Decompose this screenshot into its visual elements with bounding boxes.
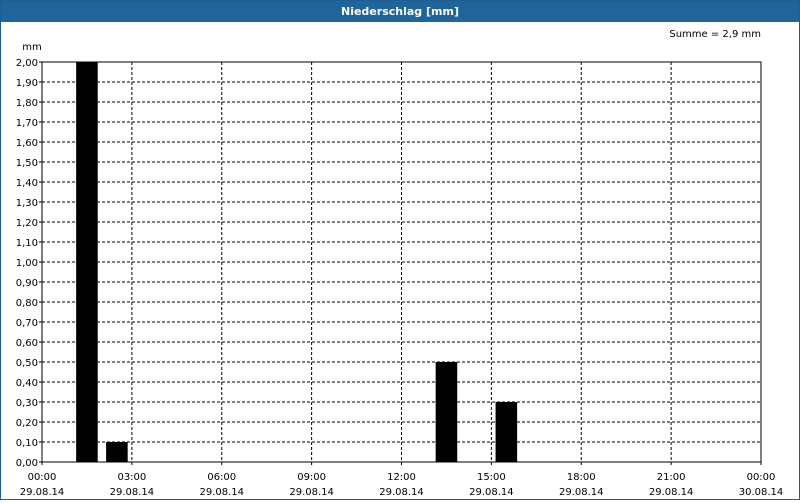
x-tick-labels: 00:00 29.08.14 03:00 29.08.14 06:00 29.08.14 0… (20, 472, 784, 498)
x-tick-time: 12:00 (387, 472, 416, 483)
y-tick-labels: 0,00 0,10 0,20 0,30 0,40 0,50 0,60 0,70 0,80 0,90… (16, 58, 38, 469)
x-tick-time: 00:00 (747, 472, 776, 483)
y-tick-label: 1,10 (16, 238, 38, 249)
x-tick-time: 18:00 (567, 472, 596, 483)
y-tick-label: 1,00 (16, 258, 38, 269)
window-title: Niederschlag [mm] (1, 1, 799, 22)
x-tick-date: 29.08.14 (559, 487, 604, 498)
x-tick-date: 29.08.14 (110, 487, 155, 498)
y-tick-label: 1,80 (16, 98, 38, 109)
y-tick-label: 0,10 (16, 438, 38, 449)
y-tick-label: 1,50 (16, 158, 38, 169)
x-tick-time: 00:00 (28, 472, 57, 483)
y-tick-label: 2,00 (16, 58, 38, 69)
x-tick-date: 29.08.14 (649, 487, 694, 498)
x-tick-date: 29.08.14 (20, 487, 65, 498)
y-tick-label: 1,30 (16, 198, 38, 209)
x-tick-date: 29.08.14 (289, 487, 334, 498)
x-tick-date: 30.08.14 (739, 487, 784, 498)
sum-label: Summe = 2,9 mm (669, 29, 761, 40)
y-tick-label: 0,20 (16, 418, 38, 429)
y-tick-label: 1,40 (16, 178, 38, 189)
y-tick-label: 0,90 (16, 278, 38, 289)
x-tick-date: 29.08.14 (469, 487, 514, 498)
precipitation-bar (106, 442, 128, 462)
precipitation-bar (495, 402, 518, 462)
x-tick-date: 29.08.14 (379, 487, 424, 498)
y-tick-label: 0,60 (16, 338, 38, 349)
y-tick-label: 0,30 (16, 398, 38, 409)
x-tick-time: 15:00 (477, 472, 506, 483)
y-tick-label: 1,60 (16, 138, 38, 149)
y-tick-label: 0,50 (16, 358, 38, 369)
precipitation-bar (76, 62, 98, 462)
x-tick-time: 21:00 (657, 472, 686, 483)
x-tick-time: 03:00 (117, 472, 146, 483)
grid-layer (39, 61, 762, 465)
precipitation-chart: Summe = 2,9 mm mm 0,000,100,200,300,400,… (16, 29, 784, 498)
y-tick-label: 1,90 (16, 78, 38, 89)
y-tick-label: 0,70 (16, 318, 38, 329)
y-tick-label: 0,00 (16, 458, 38, 469)
x-tick-time: 09:00 (297, 472, 326, 483)
y-tick-label: 1,70 (16, 118, 38, 129)
y-tick-label: 0,80 (16, 298, 38, 309)
y-tick-label: 0,40 (16, 378, 38, 389)
y-unit-label: mm (22, 42, 41, 53)
x-tick-time: 06:00 (207, 472, 236, 483)
y-tick-label: 1,20 (16, 218, 38, 229)
x-tick-date: 29.08.14 (199, 487, 244, 498)
chart-window: Niederschlag [mm] Summe = 2,9 mm mm 0,00… (0, 0, 800, 500)
precipitation-bar (435, 362, 458, 462)
